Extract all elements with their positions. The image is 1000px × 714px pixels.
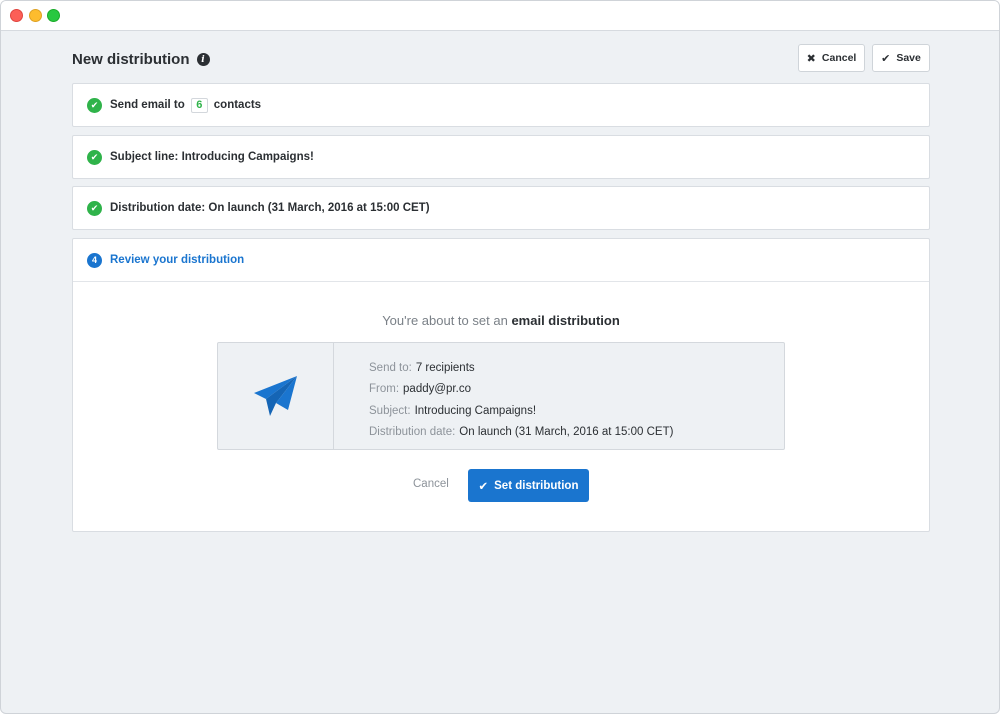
distribution-summary-card: Send to: 7 recipients From: paddy@pr.co … [217,342,785,450]
step-distribution-date[interactable]: ✔ Distribution date: On launch (31 March… [72,186,930,230]
step-label: Distribution date: On launch (31 March, … [110,202,430,214]
detail-send-to: Send to: 7 recipients [369,361,475,374]
detail-from: From: paddy@pr.co [369,383,471,396]
step-label-prefix: Send email to [110,99,185,111]
close-window-button[interactable] [10,9,23,22]
check-icon: ✔ [478,480,489,493]
main-content: New distribution i ✖ Cancel ✔ Save ✔ Sen… [72,31,930,532]
cancel-button[interactable]: ✖ Cancel [798,44,865,72]
check-circle-icon: ✔ [87,149,102,165]
check-circle-icon: ✔ [87,200,102,216]
info-icon[interactable]: i [196,53,210,66]
close-icon: ✖ [806,52,816,65]
step-number-badge: 4 [87,252,102,268]
set-distribution-label: Set distribution [494,479,579,492]
step-subject[interactable]: ✔ Subject line: Introducing Campaigns! [72,135,930,179]
step-review-header[interactable]: 4 Review your distribution [73,239,929,281]
cancel-button-label: Cancel [821,52,857,64]
page-header: New distribution i ✖ Cancel ✔ Save [72,31,930,83]
save-button-label: Save [896,52,921,64]
distribution-details: Send to: 7 recipients From: paddy@pr.co … [369,357,673,443]
step-recipients[interactable]: ✔ Send email to 6 contacts [72,83,930,127]
paper-plane-icon [253,376,297,416]
title-bar [1,1,999,31]
check-icon: ✔ [881,52,891,65]
summary-prefix: You're about to set an [382,313,508,328]
step-label: Review your distribution [110,254,245,266]
step-label-suffix: contacts [213,99,262,111]
review-panel: You're about to set an email distributio… [73,281,929,531]
save-button[interactable]: ✔ Save [872,44,930,72]
review-cancel-link[interactable]: Cancel [413,478,449,490]
step-review: 4 Review your distribution You're about … [72,238,930,532]
minimize-window-button[interactable] [29,9,42,22]
detail-subject: Subject: Introducing Campaigns! [369,404,537,417]
card-icon-cell [218,343,334,449]
detail-distribution-date: Distribution date: On launch (31 March, … [369,426,674,439]
review-summary: You're about to set an email distributio… [73,313,929,328]
check-circle-icon: ✔ [87,97,102,113]
review-actions: Cancel ✔ Set distribution [73,469,929,502]
zoom-window-button[interactable] [47,9,60,22]
contact-count-badge: 6 [190,97,208,113]
page-title: New distribution i [72,51,210,68]
set-distribution-button[interactable]: ✔ Set distribution [468,469,589,502]
app-window: New distribution i ✖ Cancel ✔ Save ✔ Sen… [0,0,1000,714]
step-label: Subject line: Introducing Campaigns! [110,151,314,163]
summary-highlight: email distribution [511,313,620,328]
page-title-text: New distribution [72,51,190,68]
